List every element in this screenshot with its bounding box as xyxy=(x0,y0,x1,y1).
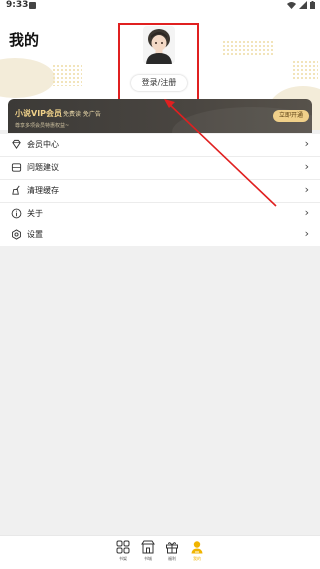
nav-item-bookstore[interactable]: 书城 xyxy=(136,540,160,562)
status-bar: 9:33 xyxy=(0,0,320,12)
status-time: 9:33 xyxy=(6,0,29,10)
chevron-right-icon: › xyxy=(304,227,309,240)
menu-item-label: 问题建议 xyxy=(27,163,59,172)
nav-label: 福利 xyxy=(168,556,176,561)
status-icons xyxy=(287,1,315,9)
vip-banner[interactable]: 小说VIP会员 免费读 免广告 尊享多项会员特惠权益~ 立即开通 xyxy=(8,99,312,133)
menu-item-label: 清理缓存 xyxy=(27,186,59,195)
chevron-right-icon: › xyxy=(304,137,309,150)
page-title: 我的 xyxy=(9,31,40,49)
nav-item-welfare[interactable]: 福利 xyxy=(160,540,184,562)
menu-item-feedback[interactable]: 问题建议 › xyxy=(0,157,320,180)
nav-label: 书架 xyxy=(119,556,127,561)
chevron-right-icon: › xyxy=(304,183,309,196)
bottom-nav: 书架 书城 福利 我的 xyxy=(0,535,320,569)
vip-activate-button[interactable]: 立即开通 xyxy=(273,110,309,122)
decor-dots xyxy=(292,60,318,80)
decor-blob xyxy=(0,58,55,98)
broom-icon xyxy=(12,185,20,195)
nav-label: 书城 xyxy=(144,556,152,561)
store-icon xyxy=(141,540,155,554)
diamond-icon xyxy=(12,139,21,149)
menu-item-label: 关于 xyxy=(27,209,43,218)
menu-item-label: 会员中心 xyxy=(27,140,59,149)
chevron-right-icon: › xyxy=(304,206,309,219)
annotation-highlight-box xyxy=(118,23,199,108)
notification-icon xyxy=(29,2,36,9)
nav-item-bookshelf[interactable]: 书架 xyxy=(111,540,135,562)
person-icon xyxy=(191,541,203,554)
vip-description: 尊享多项会员特惠权益~ xyxy=(15,123,70,129)
menu-item-member-center[interactable]: 会员中心 › xyxy=(0,134,320,157)
vip-title: 小说VIP会员 xyxy=(15,109,63,118)
nav-item-mine[interactable]: 我的 xyxy=(185,540,209,562)
grid-icon xyxy=(116,540,130,554)
menu-list: 会员中心 › 问题建议 › 清理缓存 › 关于 › xyxy=(0,134,320,226)
vip-subtitle: 免费读 免广告 xyxy=(63,111,101,118)
menu-item-clear-cache[interactable]: 清理缓存 › xyxy=(0,180,320,203)
signal-icon xyxy=(299,1,307,9)
chevron-right-icon: › xyxy=(304,160,309,173)
battery-icon xyxy=(310,1,315,9)
decor-dots xyxy=(52,64,82,86)
menu-item-label: 设置 xyxy=(27,230,43,239)
gift-icon xyxy=(166,542,178,554)
feedback-icon xyxy=(11,163,22,172)
settings-list: 设置 › xyxy=(0,224,320,246)
nav-label: 我的 xyxy=(193,556,201,561)
menu-item-about[interactable]: 关于 › xyxy=(0,203,320,226)
wifi-icon xyxy=(287,2,296,9)
info-icon xyxy=(11,208,22,219)
decor-dots xyxy=(222,40,274,56)
gear-icon xyxy=(12,229,21,240)
menu-item-settings[interactable]: 设置 › xyxy=(0,224,320,246)
